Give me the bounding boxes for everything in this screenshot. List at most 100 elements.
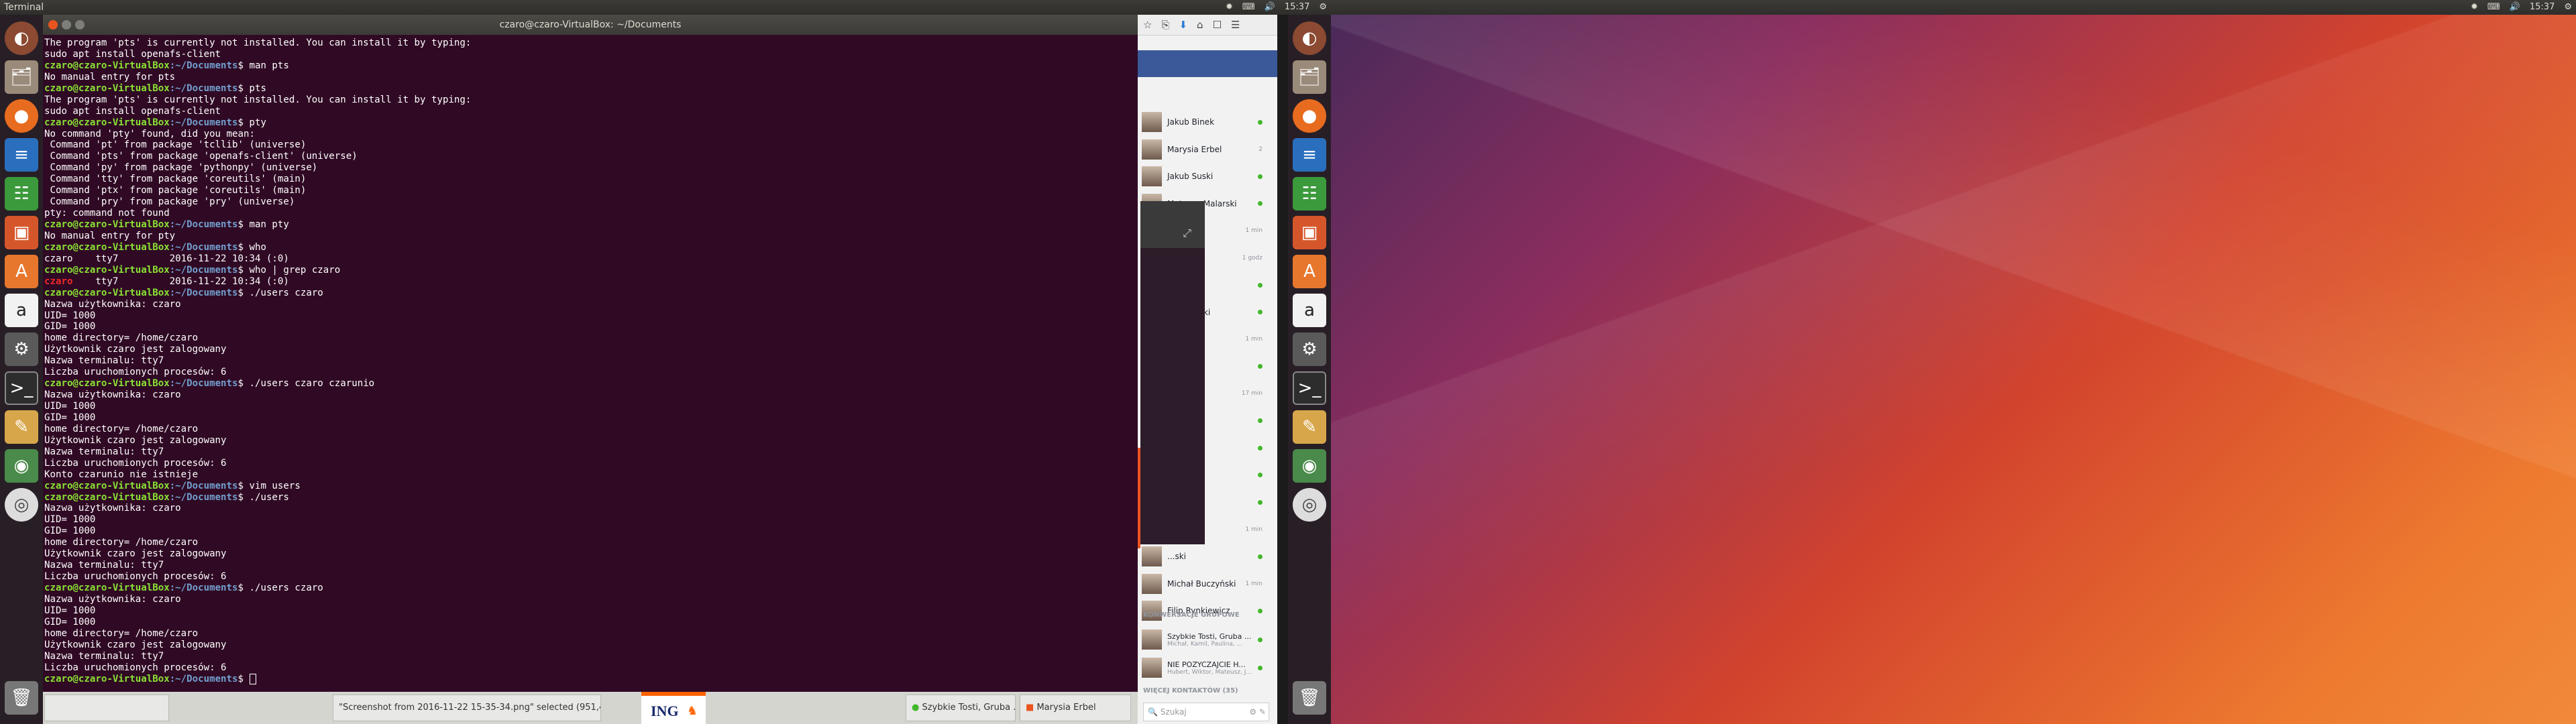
amazon-icon[interactable]: a (1293, 294, 1326, 327)
clipboard-icon[interactable]: ⎘ (1161, 19, 1169, 31)
prompt-user: czaro@czaro-VirtualBox (44, 673, 170, 684)
download-status[interactable]: "Screenshot from 2016-11-22 15-35-34.png… (333, 695, 601, 721)
gear-icon[interactable]: ⚙ (1249, 703, 1256, 721)
terminal-output-line: home directory= /home/czaro (44, 423, 199, 434)
command-text: $ pts (237, 82, 266, 94)
ing-logo[interactable]: ING ♞ (641, 692, 706, 724)
dvd-icon[interactable]: ◎ (1293, 488, 1326, 522)
contact-item[interactable]: Jakub Binek (1138, 109, 1271, 135)
online-status-dot (1258, 418, 1263, 423)
disk-icon[interactable]: ◉ (1293, 449, 1326, 483)
terminal-output-line: The program 'pts' is currently not insta… (44, 38, 472, 48)
prompt-user: czaro@czaro-VirtualBox (44, 480, 170, 491)
minimize-button[interactable] (62, 20, 71, 29)
dvd-icon[interactable]: ◎ (5, 488, 38, 522)
contact-name: Marysia Erbel (1167, 144, 1222, 154)
online-status-dot (1258, 119, 1263, 125)
settings-icon[interactable]: ⚙ (1293, 333, 1326, 366)
online-status-dot (1258, 310, 1263, 314)
files-icon[interactable]: 🗂 (5, 60, 38, 94)
menu-icon[interactable]: ☰ (1231, 19, 1240, 31)
prompt-user: czaro@czaro-VirtualBox (44, 287, 170, 298)
home-icon[interactable]: ⌂ (1197, 19, 1203, 31)
popup-header: ⤢ (1140, 201, 1205, 248)
volume-icon[interactable]: 🔊 (1265, 0, 1275, 15)
clock-secondary[interactable]: 15:37 (2530, 0, 2555, 15)
impress-icon[interactable]: ▣ (5, 216, 38, 249)
writer-icon[interactable]: ≡ (5, 138, 38, 172)
top-panel-secondary: ✹ ⌨ 🔊 15:37 ⚙ (1331, 0, 2576, 15)
terminal-titlebar[interactable]: czaro@czaro-VirtualBox: ~/Documents (43, 15, 1138, 35)
clock[interactable]: 15:37 (1285, 0, 1309, 15)
flag-icon: ■ (1026, 703, 1034, 713)
firefox-icon[interactable]: ● (5, 99, 38, 133)
download-icon[interactable]: ⬇ (1179, 19, 1187, 31)
more-contacts-link[interactable]: WIĘCEJ KONTAKTÓW (35) (1143, 687, 1238, 695)
avatar (1142, 546, 1162, 566)
terminal-icon[interactable]: >_ (1293, 371, 1326, 405)
contact-item[interactable]: Jakub Suski (1138, 163, 1271, 190)
chat-tab-marysia[interactable]: ■ Marysia Erbel (1020, 695, 1131, 721)
group-conversation-item[interactable]: NIE POZYCZAJCIE H... Hubert, Wiktor, Mate… (1138, 654, 1271, 681)
group-text: NIE POZYCZAJCIE H... Hubert, Wiktor, Mate… (1167, 660, 1252, 676)
terminal-output-line: GID= 1000 (44, 321, 96, 333)
keyboard-icon[interactable]: ⌨ (2487, 0, 2500, 15)
terminal-window[interactable]: czaro@czaro-VirtualBox: ~/Documents The … (43, 15, 1138, 692)
ing-label: ING (651, 703, 679, 719)
star-icon[interactable]: ☆ (1143, 19, 1152, 31)
dash-icon[interactable]: ◐ (5, 21, 38, 55)
contact-item[interactable]: Michał Buczyński 1 min (1138, 570, 1271, 597)
writer-icon[interactable]: ≡ (1293, 138, 1326, 172)
terminal-output-line: Liczba uruchomionych procesów: 6 (44, 571, 227, 583)
contact-item[interactable]: Marysia Erbel 2 (1138, 136, 1271, 163)
command-text: $ man pts (237, 60, 289, 71)
video-popup[interactable]: ⤢ (1140, 201, 1205, 544)
volume-icon[interactable]: 🔊 (2510, 0, 2520, 15)
terminal-output[interactable]: The program 'pts' is currently not insta… (43, 35, 1138, 687)
trash-icon[interactable]: 🗑 (1293, 681, 1326, 715)
maximize-button[interactable] (75, 20, 85, 29)
calc-icon[interactable]: ☷ (1293, 177, 1326, 210)
prompt-user: czaro@czaro-VirtualBox (44, 378, 170, 389)
dash-icon[interactable]: ◐ (1293, 21, 1326, 55)
bluetooth-icon[interactable]: ✹ (1226, 0, 1233, 15)
calc-icon[interactable]: ☷ (5, 177, 38, 210)
chat-tab-group[interactable]: ● Szybkie Tosti, Gruba ... (906, 695, 1016, 721)
command-text: $ man pty (237, 219, 289, 230)
terminal-command-line: czaro@czaro-VirtualBox:~/Documents$ vim … (44, 481, 1136, 492)
software-center-icon[interactable]: A (1293, 255, 1326, 288)
contact-item[interactable]: Filip Rynkiewicz (1138, 597, 1271, 624)
software-center-icon[interactable]: A (5, 255, 38, 288)
disk-icon[interactable]: ◉ (5, 449, 38, 483)
gear-icon[interactable]: ⚙ (1319, 0, 1327, 15)
group-text: Szybkie Tosti, Gruba ... Michał, Kamil, P… (1167, 632, 1251, 648)
close-button[interactable] (48, 20, 58, 29)
firefox-icon[interactable]: ● (1293, 99, 1326, 133)
expand-icon[interactable]: ⤢ (1183, 227, 1191, 240)
screen-gap (1277, 15, 1288, 724)
settings-icon[interactable]: ⚙ (5, 333, 38, 366)
last-active-time: 2 (1258, 145, 1263, 153)
text-editor-icon[interactable]: ✎ (1293, 410, 1326, 444)
contact-search-input[interactable]: 🔍 Szukaj ⚙ ✎ (1143, 703, 1269, 721)
bluetooth-icon[interactable]: ✹ (2471, 0, 2478, 15)
terminal-output-line: Liczba uruchomionych procesów: 6 (44, 457, 227, 469)
group-name: Szybkie Tosti, Gruba ... (1167, 631, 1252, 641)
keyboard-icon[interactable]: ⌨ (1242, 0, 1255, 15)
trash-icon[interactable]: 🗑 (5, 681, 38, 715)
terminal-output-line: home directory= /home/czaro (44, 627, 199, 639)
contact-item[interactable]: ...ski (1138, 543, 1271, 570)
terminal-output-line: The program 'pts' is currently not insta… (44, 94, 472, 105)
terminal-icon[interactable]: >_ (5, 371, 38, 405)
scroll-indicator[interactable] (1138, 448, 1140, 548)
amazon-icon[interactable]: a (5, 294, 38, 327)
text-editor-icon[interactable]: ✎ (5, 410, 38, 444)
files-icon[interactable]: 🗂 (1293, 60, 1326, 94)
compose-icon[interactable]: ✎ (1259, 703, 1266, 721)
gear-icon[interactable]: ⚙ (2564, 0, 2572, 15)
taskbar-item-blank[interactable] (44, 695, 169, 721)
chat-tab-group-label: Szybkie Tosti, Gruba ... (922, 703, 1016, 713)
pocket-icon[interactable]: ☐ (1213, 19, 1222, 31)
impress-icon[interactable]: ▣ (1293, 216, 1326, 249)
group-conversation-item[interactable]: Szybkie Tosti, Gruba ... Michał, Kamil, P… (1138, 626, 1271, 653)
